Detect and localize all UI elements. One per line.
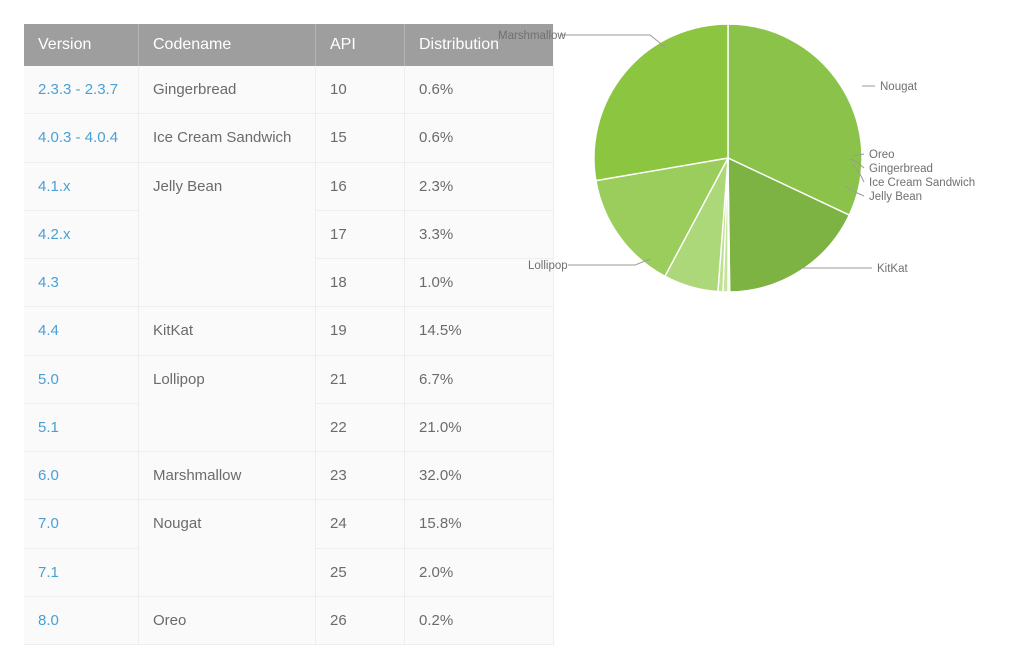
table-row: 5.0 Lollipop 21 6.7%: [24, 355, 554, 453]
pie-label-jelly-bean: Jelly Bean: [869, 191, 922, 203]
pie-label-ice-cream-sandwich: Ice Cream Sandwich: [869, 177, 975, 189]
version-link[interactable]: 5.0: [38, 368, 59, 391]
column-header-api: API: [315, 24, 405, 67]
cell-api: 22: [315, 403, 405, 453]
cell-version: 4.1.x: [24, 162, 139, 211]
pie-slice-lollipop[interactable]: [593, 23, 729, 182]
pie-label-lollipop: Lollipop: [528, 260, 568, 272]
cell-version: 4.2.x: [24, 210, 139, 260]
cell-distribution: 2.0%: [404, 548, 554, 597]
cell-version: 5.0: [24, 355, 139, 404]
cell-api: 16: [315, 162, 405, 211]
version-link[interactable]: 7.0: [38, 512, 59, 535]
cell-version: 8.0: [24, 596, 139, 646]
leader-lollipop: [568, 258, 651, 266]
cell-codename: Ice Cream Sandwich: [138, 113, 316, 163]
cell-distribution: 6.7%: [404, 355, 554, 404]
pie-label-gingerbread: Gingerbread: [869, 163, 933, 175]
version-link[interactable]: 7.1: [38, 561, 59, 584]
cell-api: 23: [315, 451, 405, 501]
leader-marshmallow: [560, 34, 666, 48]
cell-codename: Marshmallow: [138, 451, 316, 501]
cell-distribution: 15.8%: [404, 499, 554, 549]
cell-api: 17: [315, 210, 405, 260]
version-link[interactable]: 4.1.x: [38, 175, 71, 198]
pie-slices: [593, 23, 863, 293]
cell-version: 4.3: [24, 258, 139, 308]
cell-distribution: 32.0%: [404, 451, 554, 501]
version-link[interactable]: 6.0: [38, 464, 59, 487]
cell-api: 26: [315, 596, 405, 646]
cell-version: 5.1: [24, 403, 139, 453]
version-link[interactable]: 4.0.3 - 4.0.4: [38, 126, 118, 149]
version-link[interactable]: 4.2.x: [38, 223, 71, 246]
version-link[interactable]: 5.1: [38, 416, 59, 439]
version-link[interactable]: 2.3.3 - 2.3.7: [38, 78, 118, 101]
cell-codename: KitKat: [138, 306, 316, 356]
column-header-version: Version: [24, 24, 139, 67]
cell-api: 21: [315, 355, 405, 404]
cell-version: 4.4: [24, 306, 139, 356]
cell-version: 7.1: [24, 548, 139, 597]
pie-chart-svg: Marshmallow Nougat Oreo Gingerbread Ice …: [498, 23, 975, 293]
table-row: 6.0 Marshmallow 23 32.0%: [24, 451, 554, 501]
pie-label-kitkat: KitKat: [877, 263, 908, 275]
version-link[interactable]: 4.3: [38, 271, 59, 294]
cell-version: 2.3.3 - 2.3.7: [24, 66, 139, 115]
cell-api: 25: [315, 548, 405, 597]
pie-label-oreo: Oreo: [869, 149, 895, 161]
cell-version: 7.0: [24, 499, 139, 549]
cell-api: 10: [315, 66, 405, 115]
distribution-table-container: Version Codename API Distribution 2.3.3 …: [24, 24, 554, 646]
cell-distribution: 0.2%: [404, 596, 554, 646]
cell-distribution: 21.0%: [404, 403, 554, 453]
version-link[interactable]: 4.4: [38, 319, 59, 342]
cell-codename: Gingerbread: [138, 66, 316, 115]
version-link[interactable]: 8.0: [38, 609, 59, 632]
cell-api: 15: [315, 113, 405, 163]
cell-api: 18: [315, 258, 405, 308]
cell-codename: Nougat: [138, 499, 316, 597]
cell-version: 6.0: [24, 451, 139, 501]
column-header-codename: Codename: [138, 24, 316, 67]
pie-label-marshmallow: Marshmallow: [498, 30, 566, 42]
cell-api: 19: [315, 306, 405, 356]
distribution-pie-chart: Marshmallow Nougat Oreo Gingerbread Ice …: [460, 0, 1024, 320]
table-row: 8.0 Oreo 26 0.2%: [24, 596, 554, 646]
cell-codename: Oreo: [138, 596, 316, 646]
cell-codename: Jelly Bean: [138, 162, 316, 308]
cell-api: 24: [315, 499, 405, 549]
pie-label-nougat: Nougat: [880, 81, 918, 93]
table-row: 7.0 Nougat 24 15.8%: [24, 499, 554, 597]
cell-codename: Lollipop: [138, 355, 316, 453]
cell-version: 4.0.3 - 4.0.4: [24, 113, 139, 163]
